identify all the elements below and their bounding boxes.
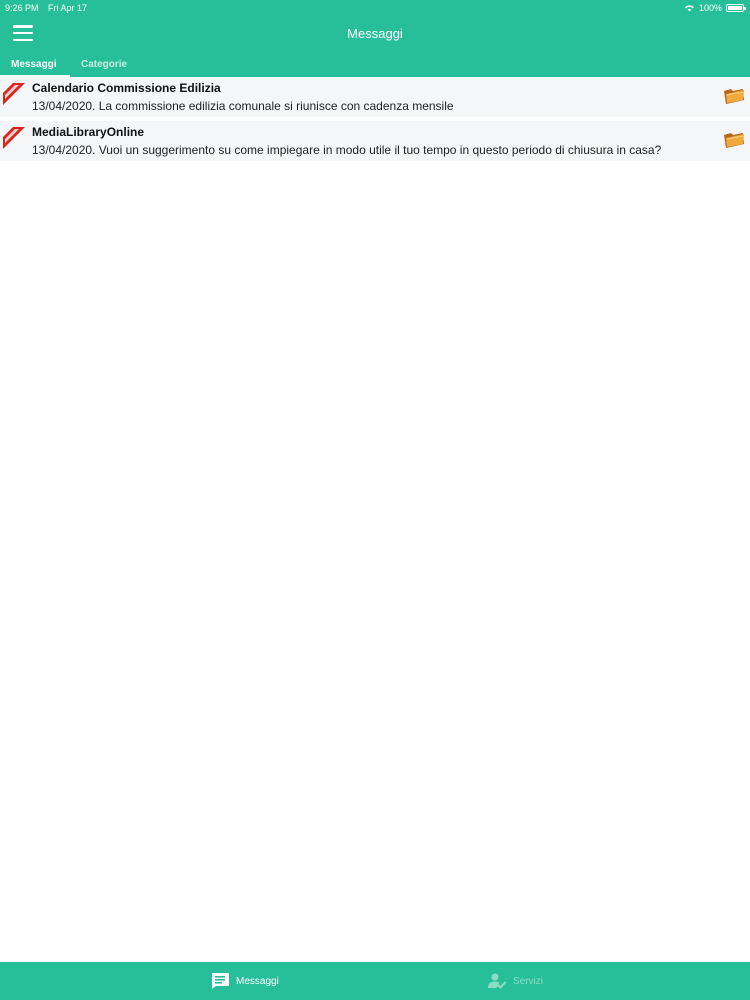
status-time: 9:26 PM [5, 3, 39, 13]
new-ribbon-icon [3, 83, 25, 105]
top-bar: 9:26 PM Fri Apr 17 100% Messaggi Messagg… [0, 0, 750, 77]
user-check-icon [488, 973, 507, 989]
battery-percent: 100% [698, 3, 722, 13]
app-header: Messaggi [0, 16, 750, 52]
status-date: Fri Apr 17 [48, 3, 88, 13]
message-title: Calendario Commissione Edilizia [32, 81, 221, 95]
message-list: Calendario Commissione Edilizia 13/04/20… [0, 77, 750, 163]
top-tabs: Messaggi Categorie [0, 54, 750, 77]
message-preview: 13/04/2020. La commissione edilizia comu… [32, 99, 454, 113]
list-item[interactable]: MediaLibraryOnline 13/04/2020. Vuoi un s… [0, 121, 750, 163]
message-title: MediaLibraryOnline [32, 125, 145, 139]
chat-bubble-icon [211, 973, 229, 989]
folder-icon[interactable] [723, 129, 745, 149]
status-bar: 9:26 PM Fri Apr 17 100% [0, 0, 750, 16]
list-item[interactable]: Calendario Commissione Edilizia 13/04/20… [0, 77, 750, 119]
bottom-tab-messaggi[interactable]: Messaggi [210, 972, 279, 990]
new-ribbon-icon [3, 127, 25, 149]
message-preview: 13/04/2020. Vuoi un suggerimento su come… [32, 143, 662, 157]
wifi-icon [685, 5, 694, 12]
bottom-tab-servizi-label: Servizi [513, 975, 544, 987]
app-root: 9:26 PM Fri Apr 17 100% Messaggi Messagg… [0, 0, 750, 1000]
folder-icon[interactable] [723, 85, 745, 105]
bottom-tab-messaggi-label: Messaggi [236, 975, 279, 987]
page-title: Messaggi [347, 26, 403, 41]
tab-categorie[interactable]: Categorie [81, 59, 127, 77]
battery-icon [726, 4, 746, 12]
status-right: 100% [684, 1, 746, 15]
bottom-tab-bar: Messaggi Servizi [0, 962, 750, 1000]
bottom-tab-servizi[interactable]: Servizi [487, 972, 543, 990]
